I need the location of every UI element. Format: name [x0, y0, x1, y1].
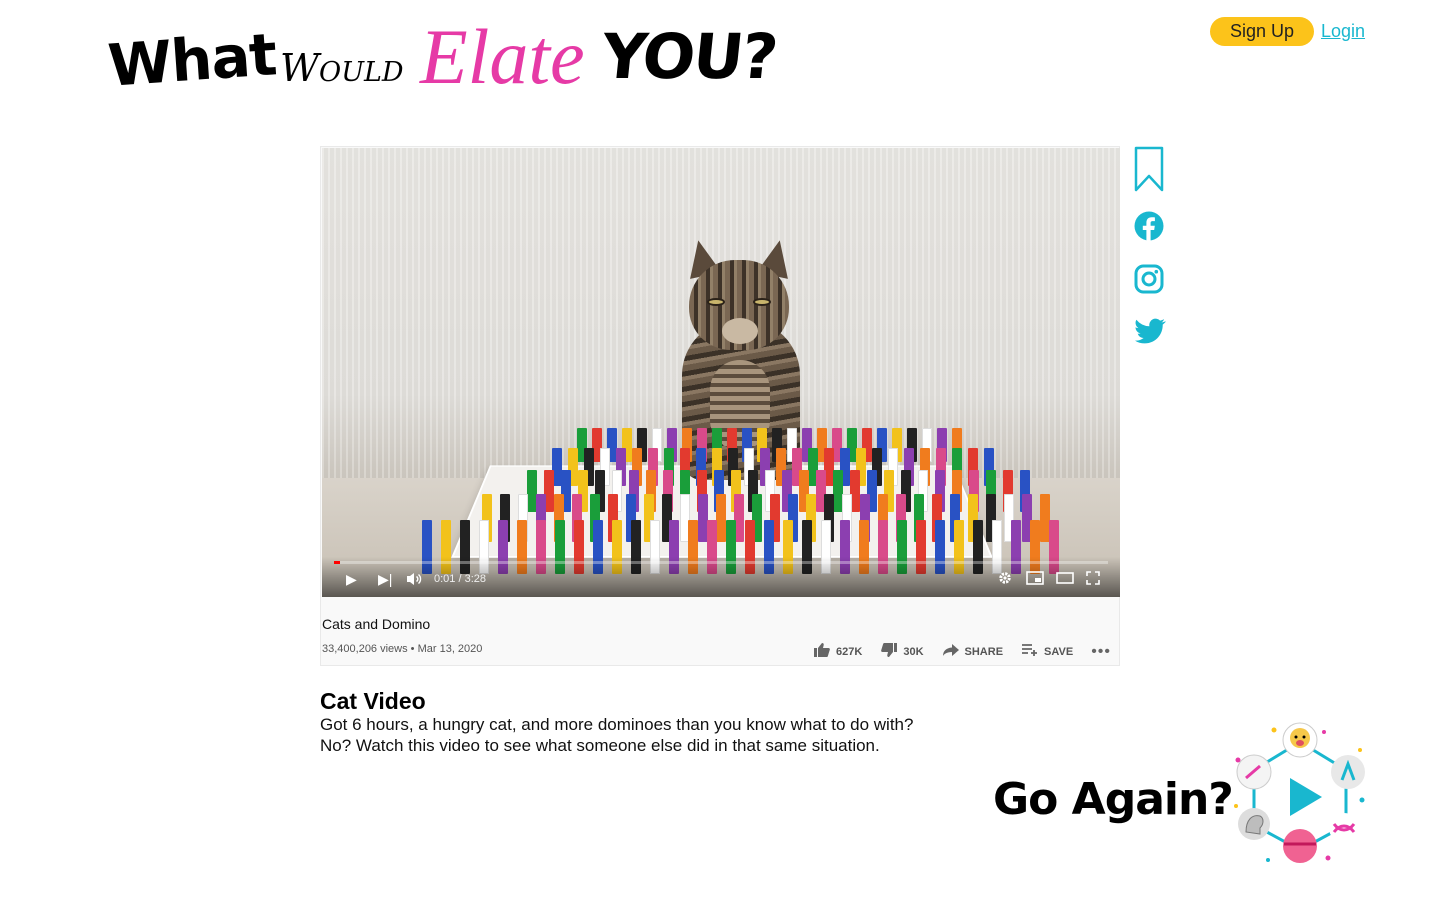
- playlist-add-icon: [1021, 643, 1039, 661]
- dislike-button[interactable]: 30K: [880, 642, 924, 662]
- dislike-count: 30K: [903, 646, 924, 658]
- progress-bar[interactable]: [334, 561, 1108, 564]
- logo-word-what: What: [105, 20, 279, 100]
- facebook-icon[interactable]: [1134, 211, 1164, 246]
- miniplayer-icon[interactable]: [1026, 571, 1044, 588]
- save-button[interactable]: SAVE: [1021, 643, 1073, 661]
- play-icon[interactable]: ▶: [346, 571, 357, 587]
- video-embed: ▶ ▶| 0:01 / 3:28 Cats and Domino 33,400,…: [320, 146, 1120, 666]
- fullscreen-icon[interactable]: [1086, 571, 1100, 588]
- like-count: 627K: [836, 646, 863, 658]
- volume-icon[interactable]: [406, 571, 422, 590]
- twitter-icon[interactable]: [1134, 318, 1166, 351]
- go-again-label[interactable]: Go Again?: [993, 774, 1234, 825]
- share-button[interactable]: SHARE: [942, 643, 1004, 661]
- more-options-icon[interactable]: •••: [1091, 643, 1111, 661]
- theater-mode-icon[interactable]: [1056, 571, 1074, 588]
- bookmark-icon[interactable]: [1134, 146, 1164, 197]
- instagram-icon[interactable]: [1134, 264, 1164, 299]
- login-link[interactable]: Login: [1321, 21, 1365, 42]
- video-title[interactable]: Cats and Domino: [322, 616, 430, 632]
- content-title: Cat Video: [320, 688, 426, 714]
- content-description: Got 6 hours, a hungry cat, and more domi…: [320, 715, 914, 755]
- logo-word-elate: Elate: [420, 13, 585, 100]
- next-icon[interactable]: ▶|: [378, 571, 392, 587]
- share-arrow-icon: [942, 643, 960, 661]
- site-logo[interactable]: What Would Elate YOU?: [105, 12, 808, 112]
- settings-icon[interactable]: [998, 571, 1012, 588]
- video-controls: ▶ ▶| 0:01 / 3:28: [322, 557, 1120, 597]
- sign-up-button[interactable]: Sign Up: [1210, 17, 1314, 46]
- logo-word-would: Would: [280, 46, 404, 90]
- save-label: SAVE: [1044, 646, 1074, 658]
- share-label: SHARE: [964, 646, 1004, 658]
- video-time: 0:01 / 3:28: [434, 573, 486, 585]
- video-frame[interactable]: ▶ ▶| 0:01 / 3:28: [322, 148, 1120, 597]
- video-actions: 627K 30K SHARE SAVE •••: [813, 643, 1111, 661]
- progress-fill: [334, 561, 341, 564]
- like-button[interactable]: 627K: [813, 642, 862, 662]
- thumbs-up-icon: [813, 642, 831, 662]
- go-again-wheel[interactable]: [1228, 720, 1368, 870]
- domino: [716, 494, 726, 542]
- logo-word-you: YOU?: [598, 20, 780, 93]
- video-meta: 33,400,206 views • Mar 13, 2020: [322, 643, 483, 655]
- thumbs-down-icon: [880, 642, 898, 662]
